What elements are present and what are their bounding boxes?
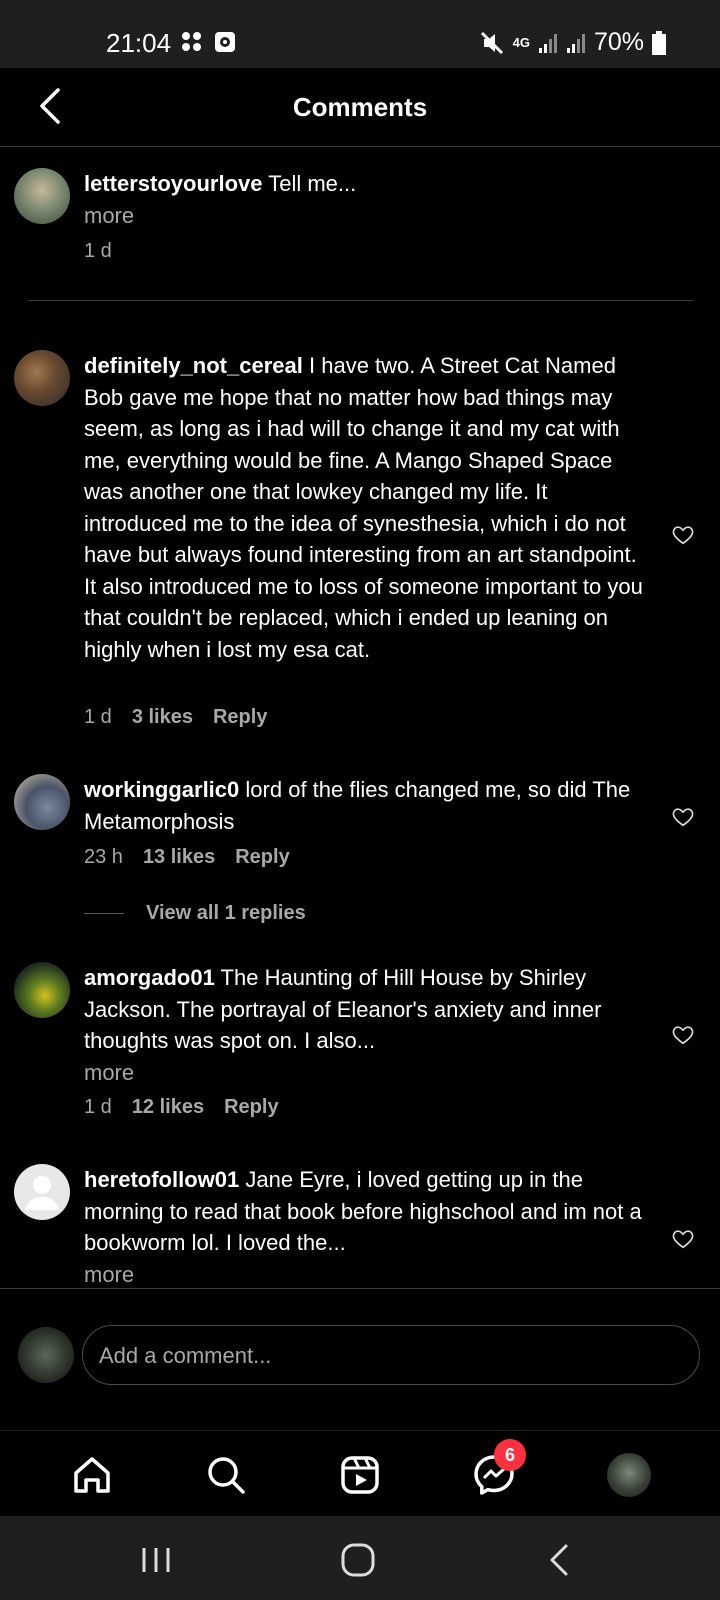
comment-time: 23 h bbox=[84, 846, 123, 868]
default-avatar-icon[interactable] bbox=[14, 1164, 70, 1220]
heart-icon[interactable] bbox=[672, 1024, 694, 1046]
avatar[interactable] bbox=[14, 168, 70, 224]
comment-username[interactable]: amorgado01 bbox=[84, 965, 215, 990]
home-icon[interactable] bbox=[70, 1453, 114, 1497]
status-bar: 21:04 4G 70% bbox=[0, 0, 720, 68]
avatar[interactable] bbox=[14, 774, 70, 830]
comment-text: workinggarlic0 lord of the flies changed… bbox=[84, 774, 644, 837]
comment-time: 1 d bbox=[84, 706, 112, 728]
notification-dots-icon bbox=[182, 32, 201, 51]
messages-badge: 6 bbox=[494, 1439, 526, 1471]
comments-header: Comments bbox=[0, 68, 720, 147]
battery-percent: 70% bbox=[593, 28, 644, 56]
comment-username[interactable]: definitely_not_cereal bbox=[84, 353, 303, 378]
likes-count[interactable]: 12 likes bbox=[132, 1096, 204, 1119]
comment-body: Tell me... bbox=[268, 171, 357, 196]
comment-meta: 1 d 3 likes Reply bbox=[84, 706, 267, 729]
view-replies-button[interactable]: View all 1 replies bbox=[84, 902, 306, 925]
status-left-icons bbox=[180, 31, 236, 53]
status-time: 21:04 bbox=[106, 28, 172, 58]
reply-button[interactable]: Reply bbox=[235, 846, 289, 869]
comment-composer: Add a comment... bbox=[0, 1288, 720, 1431]
view-replies-label: View all 1 replies bbox=[146, 902, 306, 924]
status-right: 4G 70% bbox=[479, 28, 666, 57]
avatar[interactable] bbox=[14, 962, 70, 1018]
comment-text: heretofollow01 Jane Eyre, i loved gettin… bbox=[84, 1164, 644, 1290]
likes-count[interactable]: 13 likes bbox=[143, 846, 215, 869]
comment-time: 1 d bbox=[84, 240, 112, 262]
more-link[interactable]: more bbox=[84, 1262, 134, 1287]
comment-text: letterstoyourlove Tell me... more bbox=[84, 168, 644, 231]
tab-bar: 6 bbox=[0, 1430, 720, 1517]
comment-text: amorgado01 The Haunting of Hill House by… bbox=[84, 962, 644, 1088]
heart-icon[interactable] bbox=[672, 806, 694, 828]
reels-icon[interactable] bbox=[338, 1453, 382, 1497]
caption-divider bbox=[28, 300, 693, 301]
page-title: Comments bbox=[292, 92, 428, 122]
more-link[interactable]: more bbox=[84, 1060, 134, 1085]
mute-icon bbox=[480, 31, 503, 54]
profile-tab-avatar[interactable] bbox=[607, 1453, 651, 1497]
comment-meta: 23 h 13 likes Reply bbox=[84, 846, 290, 869]
signal-icon-1 bbox=[538, 33, 557, 53]
reply-button[interactable]: Reply bbox=[224, 1096, 278, 1119]
comment-time: 1 d bbox=[84, 1096, 112, 1118]
avatar[interactable] bbox=[14, 350, 70, 406]
system-back-icon[interactable] bbox=[540, 1542, 580, 1578]
own-avatar bbox=[18, 1327, 74, 1383]
heart-icon[interactable] bbox=[672, 1228, 694, 1250]
replies-line bbox=[84, 913, 124, 914]
comment-text: definitely_not_cereal I have two. A Stre… bbox=[84, 350, 644, 665]
comment-username[interactable]: heretofollow01 bbox=[84, 1167, 239, 1192]
more-link[interactable]: more bbox=[84, 203, 134, 228]
heart-icon[interactable] bbox=[672, 524, 694, 546]
reply-button[interactable]: Reply bbox=[213, 706, 267, 729]
comment-meta: 1 d 12 likes Reply bbox=[84, 1096, 279, 1119]
comment-username[interactable]: workinggarlic0 bbox=[84, 777, 239, 802]
comment-input[interactable]: Add a comment... bbox=[82, 1325, 700, 1385]
network-type: 4G bbox=[512, 35, 530, 50]
battery-icon bbox=[652, 30, 666, 55]
system-nav-bar bbox=[0, 1516, 720, 1600]
recent-apps-icon[interactable] bbox=[136, 1542, 176, 1578]
home-button-icon[interactable] bbox=[338, 1542, 378, 1578]
comment-body: I have two. A Street Cat Named Bob gave … bbox=[84, 353, 643, 662]
comment-meta: 1 d bbox=[84, 240, 112, 263]
likes-count[interactable]: 3 likes bbox=[132, 706, 193, 729]
comment-username[interactable]: letterstoyourlove bbox=[84, 171, 263, 196]
screen-record-icon bbox=[215, 32, 235, 52]
search-icon[interactable] bbox=[204, 1453, 248, 1497]
signal-icon-2 bbox=[566, 33, 585, 53]
